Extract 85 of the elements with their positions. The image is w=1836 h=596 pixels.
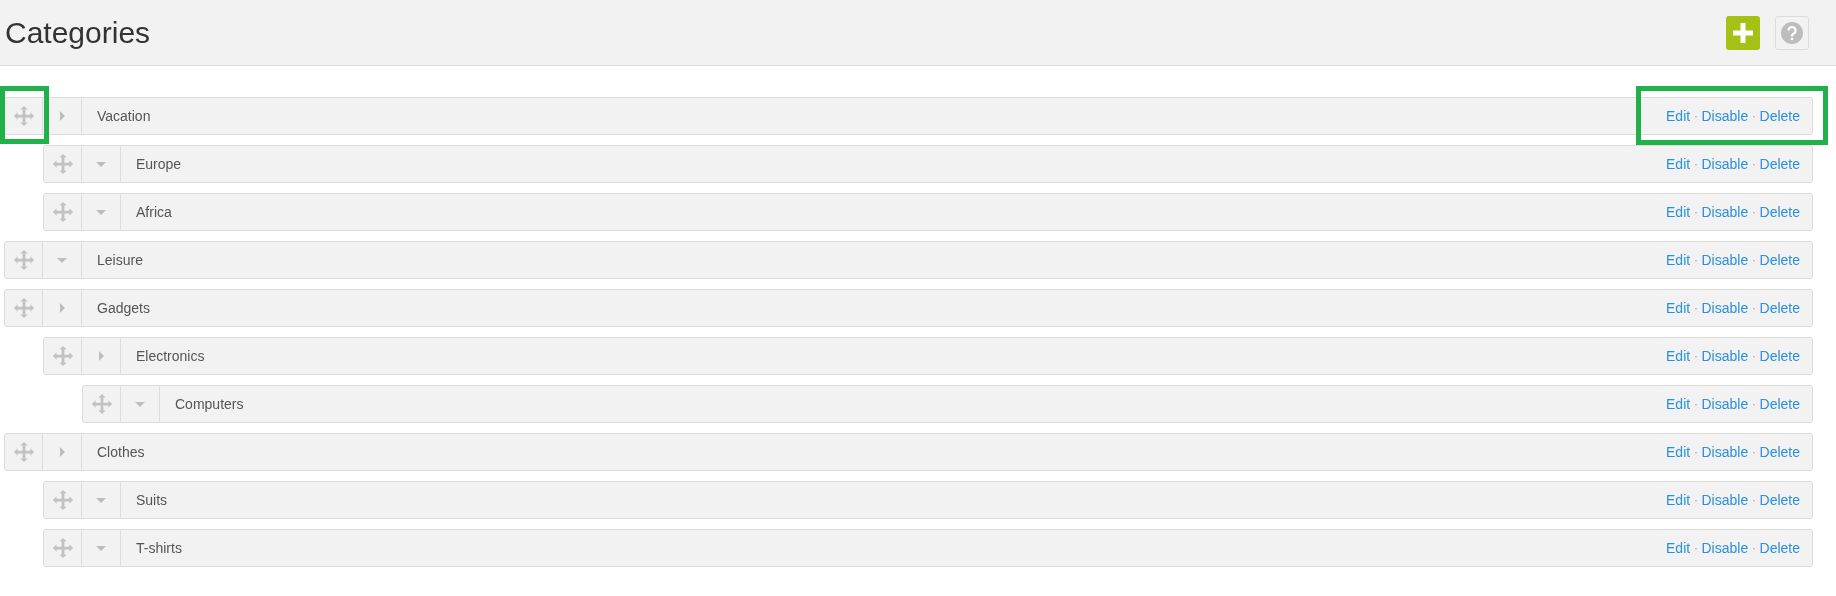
move-icon [51,345,74,367]
separator-dot: · [1752,397,1756,412]
caret-right-icon [59,111,65,121]
category-name: Electronics [136,346,206,366]
separator-dot: · [1694,205,1698,220]
action-link[interactable]: Delete [1759,201,1800,223]
separator-dot: · [1694,253,1698,268]
action-link[interactable]: Edit [1666,105,1691,127]
caret-right-icon [98,351,104,361]
action-link[interactable]: Disable [1701,201,1749,223]
category-name: Vacation [97,106,152,126]
caret-down-icon [96,497,106,503]
separator-dot: · [1694,445,1698,460]
category-name: Computers [175,394,245,414]
action-link[interactable]: Delete [1759,393,1800,415]
separator-dot: · [1752,349,1756,364]
action-link[interactable]: Edit [1666,297,1691,319]
move-icon [12,297,35,319]
separator-dot: · [1694,109,1698,124]
move-icon [12,249,35,271]
separator-dot: · [1694,157,1698,172]
action-link[interactable]: Edit [1666,201,1691,223]
separator-dot: · [1752,445,1756,460]
action-link[interactable]: Disable [1701,489,1749,511]
category-name: Gadgets [97,298,151,318]
separator-dot: · [1752,301,1756,316]
category-name: Suits [136,490,169,510]
separator-dot: · [1752,493,1756,508]
action-link[interactable]: Delete [1759,297,1800,319]
caret-down-icon [96,545,106,551]
action-link[interactable]: Disable [1701,105,1749,127]
action-link[interactable]: Disable [1701,537,1749,559]
plus-icon [1733,22,1753,43]
separator-dot: · [1752,541,1756,556]
action-link[interactable]: Disable [1701,297,1749,319]
caret-down-icon [57,257,67,263]
action-link[interactable]: Delete [1759,441,1800,463]
separator-dot: · [1694,397,1698,412]
move-icon [51,201,74,223]
caret-down-icon [96,209,106,215]
help-icon [1781,21,1803,44]
caret-down-icon [135,401,145,407]
action-link[interactable]: Edit [1666,489,1691,511]
action-link[interactable]: Delete [1759,249,1800,271]
caret-down-icon [96,161,106,167]
action-link[interactable]: Delete [1759,153,1800,175]
help-button[interactable] [1775,15,1809,50]
action-link[interactable]: Disable [1701,153,1749,175]
category-name: Clothes [97,442,146,462]
separator-dot: · [1694,541,1698,556]
action-link[interactable]: Delete [1759,489,1800,511]
action-link[interactable]: Edit [1666,345,1691,367]
separator-dot: · [1752,205,1756,220]
move-icon [51,537,74,559]
separator-dot: · [1694,493,1698,508]
action-link[interactable]: Disable [1701,393,1749,415]
action-link[interactable]: Disable [1701,441,1749,463]
category-name: Africa [136,202,173,222]
separator-dot: · [1694,301,1698,316]
separator-dot: · [1694,349,1698,364]
action-link[interactable]: Edit [1666,537,1691,559]
category-name: T-shirts [136,538,183,558]
move-icon [90,393,113,415]
action-link[interactable]: Edit [1666,153,1691,175]
action-link[interactable]: Edit [1666,393,1691,415]
separator-dot: · [1752,109,1756,124]
add-button[interactable] [1726,15,1760,50]
move-icon [51,489,74,511]
separator-dot: · [1752,253,1756,268]
page-title: Categories [5,15,152,51]
action-link[interactable]: Edit [1666,249,1691,271]
move-icon [51,153,74,175]
category-name: Leisure [97,250,144,270]
action-link[interactable]: Disable [1701,249,1749,271]
move-icon [12,105,35,127]
action-link[interactable]: Delete [1759,537,1800,559]
action-link[interactable]: Disable [1701,345,1749,367]
separator-dot: · [1752,157,1756,172]
move-icon [12,441,35,463]
category-name: Europe [136,154,183,174]
action-link[interactable]: Delete [1759,105,1800,127]
action-link[interactable]: Delete [1759,345,1800,367]
action-link[interactable]: Edit [1666,441,1691,463]
caret-right-icon [59,303,65,313]
caret-right-icon [59,447,65,457]
